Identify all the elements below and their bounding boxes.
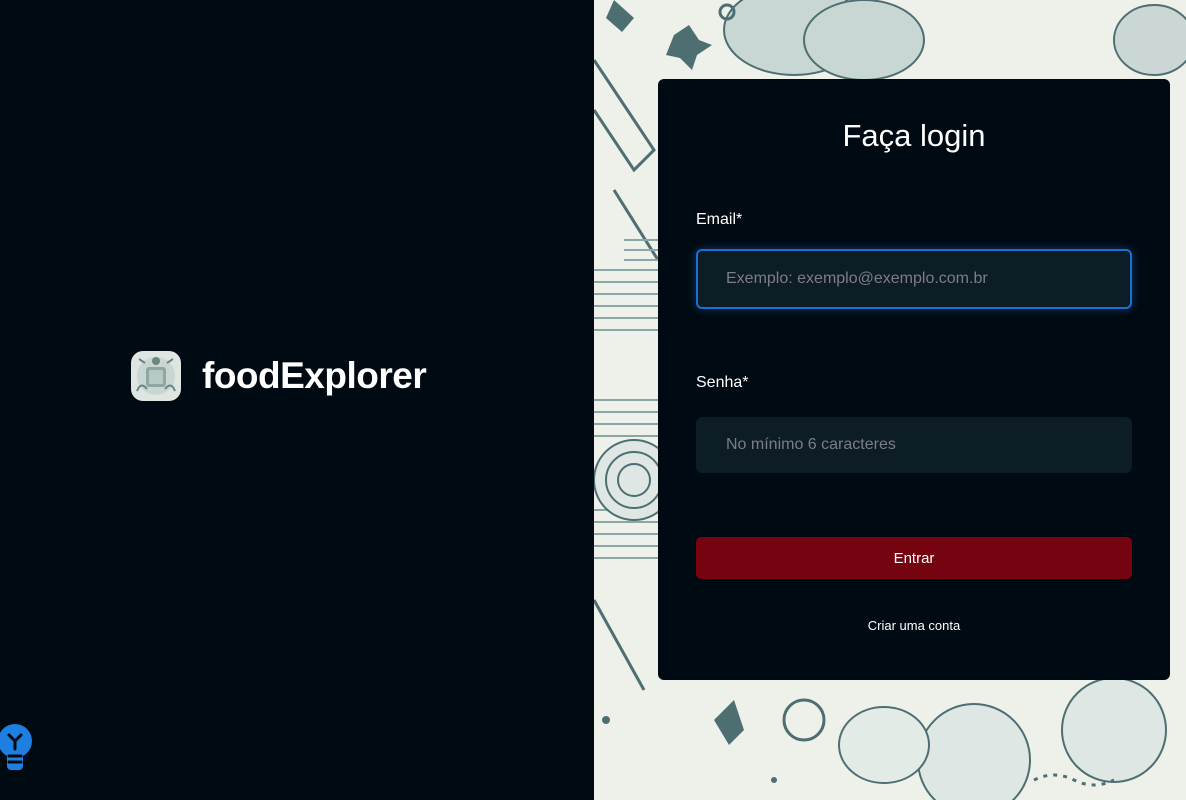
password-label: Senha* <box>696 374 749 391</box>
email-label: Email* <box>696 211 743 228</box>
left-pane: foodExplorer <box>0 0 594 800</box>
page-title: Faça login <box>842 118 986 153</box>
password-field[interactable] <box>696 417 1132 473</box>
lightbulb-icon[interactable] <box>0 722 34 772</box>
login-button[interactable]: Entrar <box>696 537 1132 579</box>
brand-name: foodExplorer <box>202 355 427 396</box>
create-account-link[interactable]: Criar uma conta <box>658 618 1170 633</box>
brand: foodExplorer <box>131 351 427 401</box>
login-card: Faça login Email* Senha* Entrar Criar um… <box>658 79 1170 680</box>
email-field[interactable] <box>696 249 1132 309</box>
chef-logo-icon <box>131 351 181 401</box>
